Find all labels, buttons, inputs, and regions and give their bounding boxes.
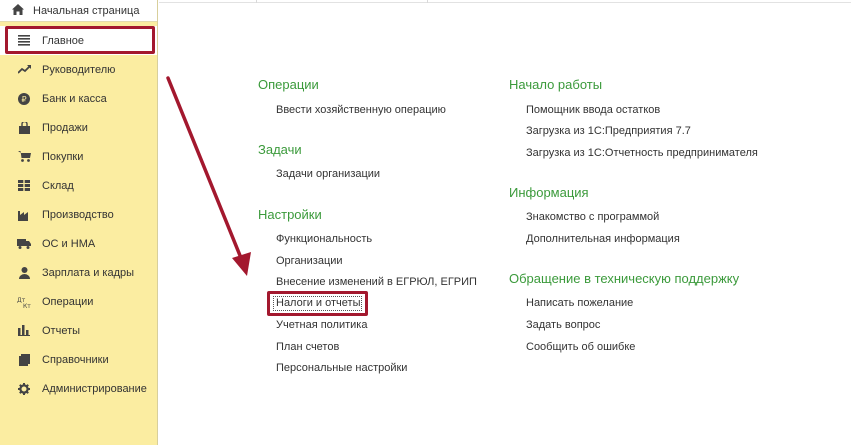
sidebar-item-label: Производство — [42, 208, 114, 221]
link-personal-settings[interactable]: Персональные настройки — [276, 362, 407, 374]
sidebar-item-label: Главное — [42, 34, 85, 47]
book-icon — [17, 353, 31, 367]
link-ask-question[interactable]: Задать вопрос — [526, 319, 600, 331]
sidebar-item-bank[interactable]: ₽ Банк и касса — [0, 84, 157, 113]
sidebar-home[interactable]: Начальная страница — [0, 0, 157, 22]
sidebar-item-label: Справочники — [42, 353, 109, 366]
sidebar-item-label: Зарплата и кадры — [42, 266, 135, 279]
sidebar-item-label: Отчеты — [42, 324, 81, 337]
sidebar-item-main[interactable]: Главное — [0, 26, 157, 55]
sidebar-item-label: ОС и НМА — [42, 237, 96, 250]
link-import-reporting[interactable]: Загрузка из 1С:Отчетность предпринимател… — [526, 147, 758, 159]
link-report-error[interactable]: Сообщить об ошибке — [526, 341, 635, 353]
link-balance-wizard[interactable]: Помощник ввода остатков — [526, 104, 660, 116]
sidebar-item-operations[interactable]: Дт Кт Операции — [0, 287, 157, 316]
shopping-cart-icon — [17, 150, 31, 164]
sidebar-item-label: Администрирование — [42, 382, 147, 395]
section-title-tasks: Задачи — [258, 142, 302, 157]
sidebar-item-label: Операции — [42, 295, 94, 308]
sidebar-item-salary[interactable]: Зарплата и кадры — [0, 258, 157, 287]
link-chart-of-accounts[interactable]: План счетов — [276, 341, 339, 353]
link-taxes-reports[interactable]: Налоги и отчеты — [276, 297, 360, 309]
sidebar-item-reports[interactable]: Отчеты — [0, 316, 157, 345]
sidebar-item-label: Покупки — [42, 150, 84, 163]
ruble-coin-icon: ₽ — [17, 92, 31, 106]
link-extra-info[interactable]: Дополнительная информация — [526, 233, 680, 245]
tab-divider — [256, 0, 257, 3]
link-egrul-changes[interactable]: Внесение изменений в ЕГРЮЛ, ЕГРИП — [276, 276, 477, 288]
link-enter-operation[interactable]: Ввести хозяйственную операцию — [276, 104, 446, 116]
sidebar-item-warehouse[interactable]: Склад — [0, 171, 157, 200]
link-intro[interactable]: Знакомство с программой — [526, 211, 659, 223]
section-title-start: Начало работы — [509, 77, 603, 92]
sidebar-item-admin[interactable]: Администрирование — [0, 374, 157, 403]
tab-strip — [159, 0, 851, 3]
svg-text:Кт: Кт — [23, 303, 31, 308]
tab-divider — [427, 0, 428, 3]
sidebar-item-label: Руководителю — [42, 63, 116, 76]
sidebar-item-label: Продажи — [42, 121, 88, 134]
menu-lines-icon — [17, 34, 31, 48]
svg-text:₽: ₽ — [21, 95, 26, 104]
section-title-operations: Операции — [258, 77, 319, 92]
sidebar-item-manager[interactable]: Руководителю — [0, 55, 157, 84]
dt-kt-icon: Дт Кт — [17, 295, 31, 309]
sidebar-home-label: Начальная страница — [33, 4, 140, 17]
link-accounting-policy[interactable]: Учетная политика — [276, 319, 367, 331]
warehouse-grid-icon — [17, 179, 31, 193]
section-title-info: Информация — [509, 185, 589, 200]
trend-up-icon — [17, 63, 31, 77]
sidebar-item-label: Склад — [42, 179, 74, 192]
factory-icon — [17, 208, 31, 222]
link-import-77[interactable]: Загрузка из 1С:Предприятия 7.7 — [526, 125, 691, 137]
truck-icon — [17, 237, 31, 251]
sidebar-item-sales[interactable]: Продажи — [0, 113, 157, 142]
link-functionality[interactable]: Функциональность — [276, 233, 372, 245]
link-org-tasks[interactable]: Задачи организации — [276, 168, 380, 180]
sidebar: Начальная страница Главное Руководителю … — [0, 0, 158, 445]
link-organizations[interactable]: Организации — [276, 255, 343, 267]
home-icon — [12, 3, 24, 18]
bar-chart-icon — [17, 324, 31, 338]
sidebar-item-purchases[interactable]: Покупки — [0, 142, 157, 171]
person-icon — [17, 266, 31, 280]
section-title-support: Обращение в техническую поддержку — [509, 271, 740, 286]
sidebar-item-label: Банк и касса — [42, 92, 107, 105]
shopping-bag-icon — [17, 121, 31, 135]
link-write-wish[interactable]: Написать пожелание — [526, 297, 633, 309]
sidebar-item-references[interactable]: Справочники — [0, 345, 157, 374]
sidebar-item-production[interactable]: Производство — [0, 200, 157, 229]
gear-icon — [17, 382, 31, 396]
sidebar-item-fixed-assets[interactable]: ОС и НМА — [0, 229, 157, 258]
section-title-settings: Настройки — [258, 207, 322, 222]
